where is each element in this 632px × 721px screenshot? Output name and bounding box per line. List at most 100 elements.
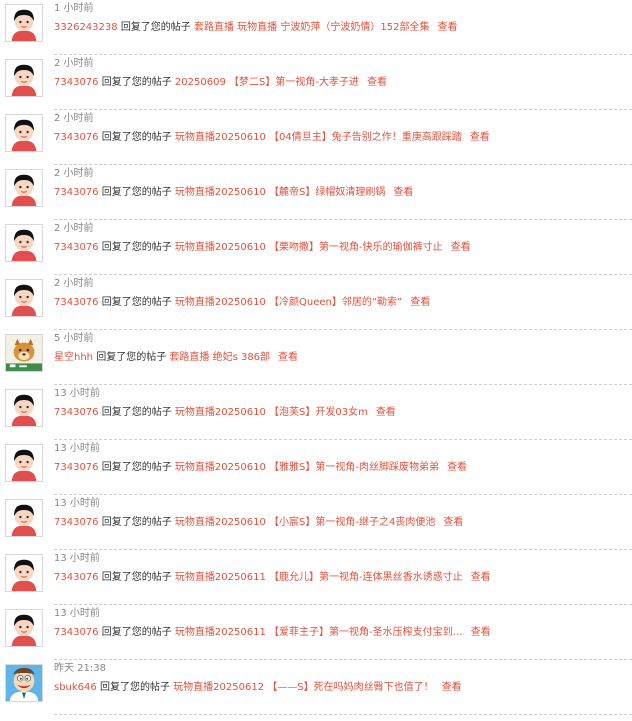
user-link[interactable]: 7343076: [54, 242, 99, 253]
user-link[interactable]: 7343076: [54, 517, 99, 528]
notification-item: 昨天 21:38 sbuk646 回复了您的帖子 玩物直播20250612 【——…: [0, 660, 632, 715]
notification-text: sbuk646 回复了您的帖子 玩物直播20250612 【——S】死在吗妈肉丝…: [54, 681, 462, 694]
notification-item: 2 小时前 7343076 回复了您的帖子 玩物直播20250610 【栗吻撒】第…: [0, 220, 632, 275]
user-avatar[interactable]: [5, 224, 43, 262]
notification-item: 5 小时前星空hhh 回复了您的帖子 套路直播 绝妃s 386部 查看: [0, 330, 632, 385]
user-avatar[interactable]: [5, 444, 43, 482]
notification-time: 13 小时前: [54, 608, 100, 619]
post-link[interactable]: 玩物直播20250610 【冷颜Queen】邻居的“勒索”: [175, 297, 402, 308]
default-avatar-icon: [6, 60, 42, 96]
post-link[interactable]: 玩物直播20250610 【栗吻撒】第一视角-快乐的瑜伽裤寸止: [175, 242, 443, 253]
view-link[interactable]: 查看: [451, 242, 471, 253]
action-text: 回复了您的帖子: [101, 242, 172, 253]
notification-text: 7343076 回复了您的帖子 玩物直播20250610 【冷颜Queen】邻居…: [54, 296, 430, 309]
notification-item: 13 小时前 7343076 回复了您的帖子 玩物直播20250610 【雅雅S】…: [0, 440, 632, 495]
post-link[interactable]: 玩物直播20250610 【麓帝S】绿帽奴清理刷锅: [175, 187, 385, 198]
post-link[interactable]: 玩物直播20250612 【——S】死在吗妈肉丝臀下也值了！: [173, 682, 433, 693]
action-text: 回复了您的帖子: [101, 407, 172, 418]
user-avatar[interactable]: [5, 59, 43, 97]
notification-feed: 1 小时前 3326243238 回复了您的帖子 套路直播 玩物直播 宁波奶萍（宁…: [0, 0, 632, 721]
user-link[interactable]: 7343076: [54, 407, 99, 418]
user-avatar[interactable]: [5, 609, 43, 647]
user-link[interactable]: 7343076: [54, 572, 99, 583]
default-avatar-icon: [6, 610, 42, 646]
notification-time: 13 小时前: [54, 388, 100, 399]
user-link[interactable]: 7343076: [54, 132, 99, 143]
notification-text: 星空hhh 回复了您的帖子 套路直播 绝妃s 386部 查看: [54, 351, 298, 364]
default-avatar-icon: [6, 225, 42, 261]
post-link[interactable]: 玩物直播20250611 【鹿允儿】第一视角-连体黑丝香水诱惑寸止: [175, 572, 463, 583]
user-link[interactable]: 星空hhh: [54, 352, 93, 363]
notification-time: 2 小时前: [54, 223, 94, 234]
post-link[interactable]: 20250609 【梦二S】第一视角-大孝子进: [175, 77, 359, 88]
user-link[interactable]: 7343076: [54, 627, 99, 638]
post-link[interactable]: 玩物直播20250611 【爱菲主子】第一视角-圣水压榨支付宝到…: [175, 627, 463, 638]
user-avatar[interactable]: [5, 4, 43, 42]
notification-time: 5 小时前: [54, 333, 94, 344]
notification-time: 1 小时前: [54, 3, 94, 14]
notification-text: 7343076 回复了您的帖子 玩物直播20250610 【泡芙S】开发03女m…: [54, 406, 396, 419]
user-avatar[interactable]: [5, 334, 43, 372]
post-link[interactable]: 套路直播 绝妃s 386部: [169, 352, 270, 363]
user-avatar[interactable]: [5, 554, 43, 592]
post-link[interactable]: 套路直播 玩物直播 宁波奶萍（宁波奶情）152部全集: [194, 22, 429, 33]
view-link[interactable]: 查看: [471, 627, 491, 638]
view-link[interactable]: 查看: [278, 352, 298, 363]
view-link[interactable]: 查看: [393, 187, 413, 198]
post-link[interactable]: 玩物直播20250610 【泡芙S】开发03女m: [175, 407, 368, 418]
user-avatar[interactable]: [5, 499, 43, 537]
action-text: 回复了您的帖子: [101, 187, 172, 198]
action-text: 回复了您的帖子: [96, 352, 167, 363]
view-link[interactable]: 查看: [443, 517, 463, 528]
user-link[interactable]: sbuk646: [54, 682, 97, 693]
view-link[interactable]: 查看: [376, 407, 396, 418]
default-avatar-icon: [6, 280, 42, 316]
notification-time: 2 小时前: [54, 113, 94, 124]
notification-time: 13 小时前: [54, 553, 100, 564]
view-link[interactable]: 查看: [437, 22, 457, 33]
user-avatar[interactable]: [5, 279, 43, 317]
action-text: 回复了您的帖子: [101, 627, 172, 638]
action-text: 回复了您的帖子: [101, 572, 172, 583]
notification-text: 7343076 回复了您的帖子 玩物直播20250610 【麓帝S】绿帽奴清理刷…: [54, 186, 413, 199]
user-link[interactable]: 7343076: [54, 187, 99, 198]
view-link[interactable]: 查看: [367, 77, 387, 88]
action-text: 回复了您的帖子: [101, 462, 172, 473]
notification-text: 7343076 回复了您的帖子 20250609 【梦二S】第一视角-大孝子进查…: [54, 76, 387, 89]
user-avatar[interactable]: [5, 664, 43, 702]
action-text: 回复了您的帖子: [101, 132, 172, 143]
user-avatar[interactable]: [5, 114, 43, 152]
view-link[interactable]: 查看: [470, 132, 490, 143]
post-link[interactable]: 玩物直播20250610 【雅雅S】第一视角-肉丝脚踩废物弟弟: [175, 462, 439, 473]
notification-time: 2 小时前: [54, 58, 94, 69]
view-link[interactable]: 查看: [447, 462, 467, 473]
notification-text: 7343076 回复了您的帖子 玩物直播20250611 【鹿允儿】第一视角-连…: [54, 571, 491, 584]
user-link[interactable]: 7343076: [54, 462, 99, 473]
post-link[interactable]: 玩物直播20250610 【小宸S】第一视角-继子之4丧肉便池: [175, 517, 435, 528]
view-link[interactable]: 查看: [442, 682, 462, 693]
notification-item: 2 小时前 7343076 回复了您的帖子 玩物直播20250610 【04倩旦主…: [0, 110, 632, 165]
notification-time: 2 小时前: [54, 278, 94, 289]
user-link[interactable]: 3326243238: [54, 22, 118, 33]
user-link[interactable]: 7343076: [54, 77, 99, 88]
user-link[interactable]: 7343076: [54, 297, 99, 308]
notification-text: 7343076 回复了您的帖子 玩物直播20250610 【栗吻撒】第一视角-快…: [54, 241, 471, 254]
default-avatar-icon: [6, 445, 42, 481]
view-link[interactable]: 查看: [471, 572, 491, 583]
post-link[interactable]: 玩物直播20250610 【04倩旦主】兔子告别之作！重庚高跟踩踏: [175, 132, 462, 143]
cartoon-avatar-icon: [6, 665, 42, 701]
user-avatar[interactable]: [5, 389, 43, 427]
notification-item: 13 小时前 7343076 回复了您的帖子 玩物直播20250610 【小宸S】…: [0, 495, 632, 550]
notification-text: 7343076 回复了您的帖子 玩物直播20250610 【04倩旦主】兔子告别…: [54, 131, 490, 144]
action-text: 回复了您的帖子: [99, 682, 170, 693]
notification-text: 3326243238 回复了您的帖子 套路直播 玩物直播 宁波奶萍（宁波奶情）1…: [54, 21, 457, 34]
user-avatar[interactable]: [5, 169, 43, 207]
action-text: 回复了您的帖子: [101, 517, 172, 528]
notification-text: 7343076 回复了您的帖子 玩物直播20250610 【小宸S】第一视角-继…: [54, 516, 463, 529]
notification-item: 13 小时前 7343076 回复了您的帖子 玩物直播20250610 【泡芙S】…: [0, 385, 632, 440]
notification-time: 2 小时前: [54, 168, 94, 179]
notification-text: 7343076 回复了您的帖子 玩物直播20250610 【雅雅S】第一视角-肉…: [54, 461, 467, 474]
default-avatar-icon: [6, 115, 42, 151]
notification-time: 13 小时前: [54, 443, 100, 454]
view-link[interactable]: 查看: [410, 297, 430, 308]
